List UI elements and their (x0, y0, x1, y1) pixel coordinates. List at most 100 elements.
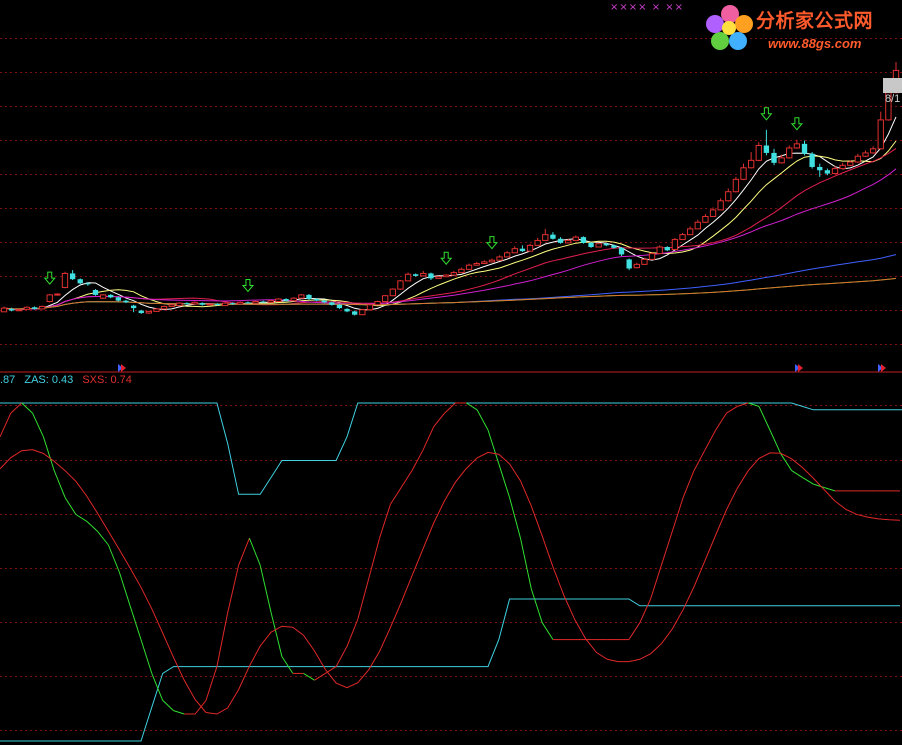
watermark-logo: 分析家公式网 www.88gs.com (700, 0, 902, 58)
candle-up (877, 119, 884, 150)
candle-down (824, 170, 831, 174)
candle-up (145, 310, 153, 314)
sxs-segment (281, 656, 294, 674)
candle-up (572, 236, 579, 241)
candle-down (130, 305, 137, 309)
sxs-segment (10, 402, 23, 414)
candle-up (648, 253, 656, 260)
candle-up (755, 144, 762, 161)
scroll-markers[interactable] (118, 364, 886, 372)
candle-down (123, 300, 129, 303)
candle-up (221, 302, 229, 307)
sxs-signal-line (0, 449, 901, 715)
candle-down (8, 308, 15, 311)
sxs-segment (75, 514, 87, 522)
sxs-segment (42, 436, 55, 471)
candle-up (458, 268, 465, 274)
candle-up (686, 228, 694, 236)
sxs-segment (357, 578, 370, 620)
candle-up (481, 261, 488, 265)
sxs-segment (53, 470, 66, 498)
sxs-segment (802, 476, 814, 485)
sxs-segment (791, 470, 803, 478)
sxs-segment (769, 429, 782, 454)
sxs-segment (541, 622, 554, 640)
candle-up (290, 297, 297, 302)
candle-down (31, 307, 38, 309)
candle-up (359, 309, 366, 316)
candle-up (374, 300, 381, 306)
candle-down (283, 299, 289, 301)
candle-down (580, 237, 587, 243)
candle-up (747, 159, 755, 169)
candle-down (664, 247, 670, 251)
sxs-segment (520, 538, 532, 590)
candle-up (160, 305, 168, 310)
down-arrow-icon (241, 278, 255, 293)
sxs-segment (476, 409, 489, 431)
stock-chart (0, 38, 902, 742)
sxs-segment (86, 520, 98, 532)
sxs-segment (270, 612, 283, 657)
candle-up (420, 272, 427, 277)
signal-arrows (43, 107, 803, 293)
sxs-segment (64, 497, 77, 515)
indicator-legend: .87 ZAS: 0.43 SXS: 0.74 (0, 374, 138, 386)
candle-down (413, 274, 419, 276)
sxs-segment (118, 571, 131, 606)
candle-down (214, 303, 221, 305)
candle-up (298, 294, 305, 299)
candle-down (771, 152, 777, 163)
candle-down (199, 303, 205, 305)
candle-down (260, 301, 266, 303)
candle-up (61, 272, 69, 288)
candle-up (534, 239, 541, 246)
candle-down (809, 153, 815, 167)
candle-down (588, 242, 594, 248)
sxs-segment (346, 619, 359, 647)
candle-down (352, 311, 358, 315)
candle-up (511, 248, 518, 254)
sxs-segment (823, 487, 836, 492)
sxs-segment (758, 406, 771, 431)
sxs-segment (325, 666, 337, 674)
sxs-segment (444, 402, 456, 414)
candle-down (108, 294, 114, 298)
candle-down (550, 234, 556, 239)
sxs-segment (715, 412, 727, 431)
candle-up (275, 298, 282, 302)
candle-up (717, 200, 724, 211)
candle-up (443, 274, 450, 278)
sxs-segment (32, 412, 44, 438)
candle-up (862, 152, 869, 157)
sxs-segment (628, 622, 641, 640)
price-tag-label: 8/1 (885, 93, 901, 105)
candle-down (69, 273, 76, 280)
sxs-segment (660, 531, 673, 566)
candle-down (245, 302, 251, 304)
candle-up (633, 263, 640, 269)
down-arrow-icon (760, 107, 773, 121)
down-arrow-icon (440, 251, 453, 266)
candle-down (321, 300, 327, 303)
candle-down (801, 143, 808, 154)
candle-up (671, 239, 679, 250)
sxs-segment (682, 470, 695, 498)
candle-up (869, 148, 877, 154)
candle-up (252, 300, 259, 304)
sxs-segment (259, 565, 272, 613)
sxs-segment (704, 429, 717, 451)
candle-down (817, 166, 823, 171)
down-arrow-icon (790, 117, 803, 131)
candle-up (488, 259, 496, 263)
sxs-segment (205, 666, 218, 701)
sxs-segment (162, 700, 174, 711)
sxs-segment (466, 402, 478, 411)
candle-up (23, 306, 31, 310)
candle-down (603, 243, 609, 246)
top-markers: ×××× × ×× (610, 2, 685, 13)
legend-zas: ZAS: 0.43 (24, 374, 74, 386)
candle-down (184, 303, 190, 305)
candle-up (176, 302, 183, 307)
candle-down (344, 308, 350, 312)
